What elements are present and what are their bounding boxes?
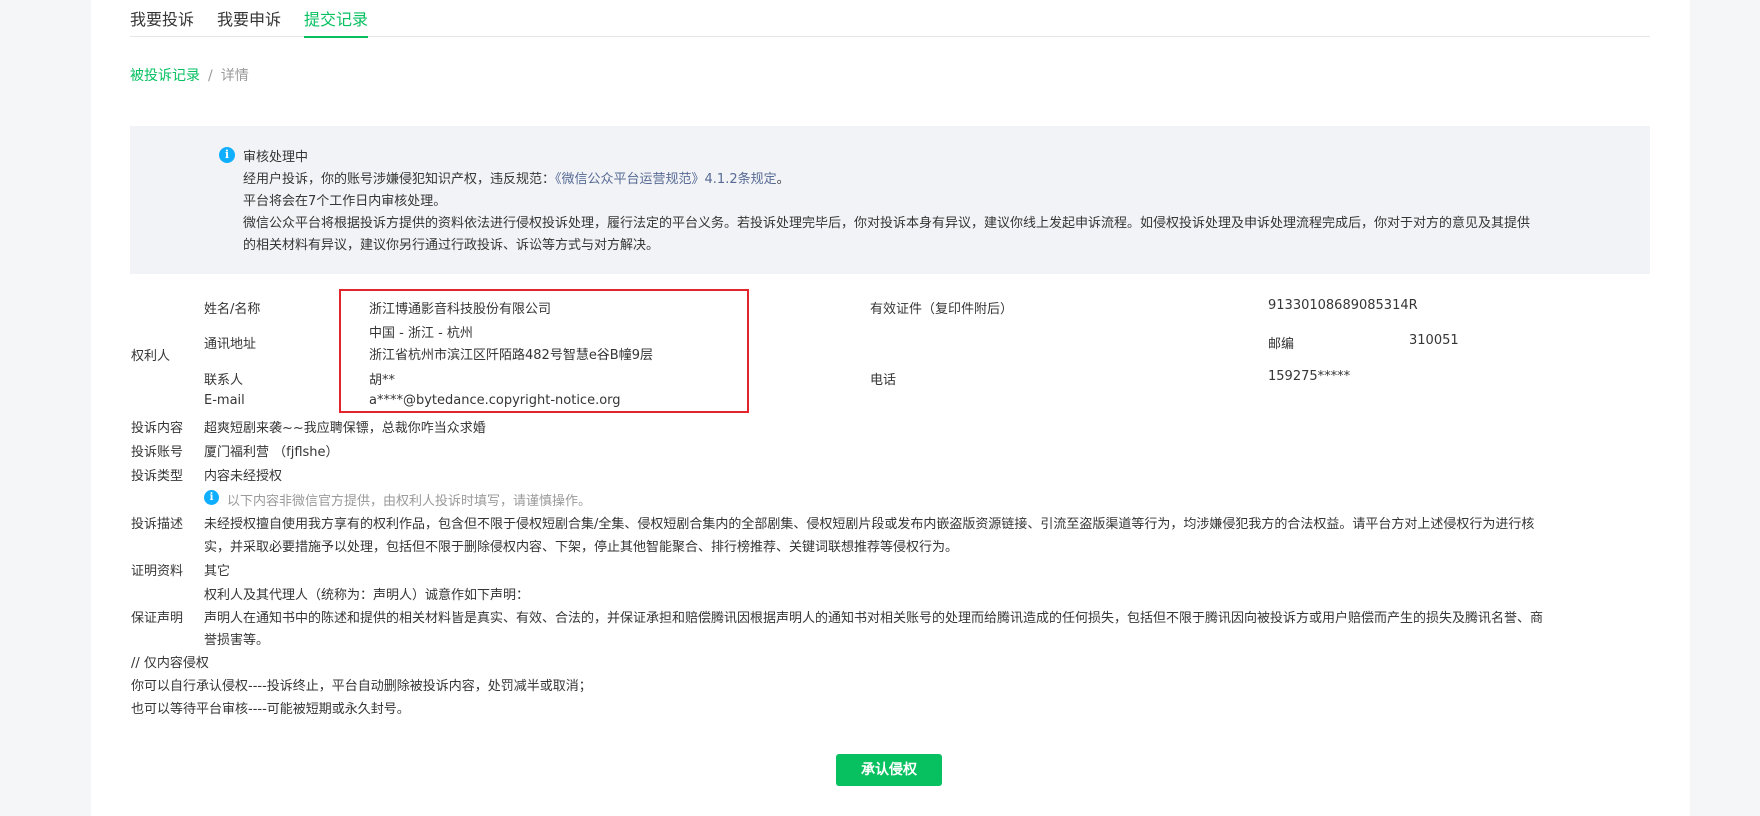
note-admit: 你可以自行承认侵权----投诉终止，平台自动删除被投诉内容，处罚减半或取消； bbox=[131, 679, 592, 694]
name-label: 姓名/名称 bbox=[204, 302, 261, 317]
complaint-content-label: 投诉内容 bbox=[131, 421, 184, 436]
complaint-description-line1: 未经授权擅自使用我方享有的权利作品，包含但不限于侵权短剧合集/全集、侵权短剧合集… bbox=[204, 517, 1535, 532]
id-label: 有效证件（复印件附后） bbox=[870, 302, 1014, 317]
main-panel: 我要投诉 我要申诉 提交记录 被投诉记录 / 详情 i 审核处理中 经用户投诉，你的… bbox=[91, 0, 1690, 816]
id-value: 91330108689085314R bbox=[1268, 298, 1418, 313]
breadcrumb-current: 详情 bbox=[220, 68, 249, 84]
tab-complain[interactable]: 我要投诉 bbox=[130, 6, 194, 30]
admit-infringement-button[interactable]: 承认侵权 bbox=[836, 754, 942, 786]
notice-violation-line: 经用户投诉，你的账号涉嫌侵犯知识产权，违反规范：《微信公众平台运营规范》4.1.… bbox=[243, 172, 790, 187]
complaint-description-line2: 实，并采取必要措施予以处理，包括但不限于删除侵权内容、下架，停止其他智能聚合、排… bbox=[204, 540, 959, 555]
statement-body-cont: 誉损害等。 bbox=[204, 633, 270, 648]
proof-label: 证明资料 bbox=[131, 564, 184, 579]
note-wait: 也可以等待平台审核----可能被短期或永久封号。 bbox=[131, 702, 410, 717]
complaint-account-label: 投诉账号 bbox=[131, 445, 184, 460]
note-heading: // 仅内容侵权 bbox=[131, 656, 209, 671]
tab-appeal[interactable]: 我要申诉 bbox=[217, 6, 281, 30]
info-icon: i bbox=[219, 147, 235, 163]
postcode-value: 310051 bbox=[1409, 333, 1459, 348]
rights-holder-label: 权利人 bbox=[131, 349, 171, 364]
info-icon: i bbox=[204, 490, 219, 505]
notice-title: 审核处理中 bbox=[243, 150, 309, 165]
notice-deadline-line: 平台将会在7个工作日内审核处理。 bbox=[243, 194, 447, 209]
breadcrumb-complaint-records[interactable]: 被投诉记录 bbox=[130, 68, 200, 84]
complaint-type-label: 投诉类型 bbox=[131, 469, 184, 484]
phone-label: 电话 bbox=[870, 373, 897, 388]
status-notice: i 审核处理中 经用户投诉，你的账号涉嫌侵犯知识产权，违反规范：《微信公众平台运… bbox=[130, 126, 1650, 274]
phone-value: 159275***** bbox=[1268, 369, 1351, 384]
proof-value: 其它 bbox=[204, 564, 231, 579]
breadcrumb-separator: / bbox=[208, 68, 213, 84]
postcode-label: 邮编 bbox=[1268, 337, 1295, 352]
address-label: 通讯地址 bbox=[204, 337, 257, 352]
notice-process-line-cont: 的相关材料有异议，建议你另行通过行政投诉、诉讼等方式与对方解决。 bbox=[243, 238, 660, 253]
complaint-content-value: 超爽短剧来袭~~我应聘保镖，总裁你咋当众求婚 bbox=[204, 421, 486, 436]
highlight-box bbox=[339, 289, 749, 413]
statement-body: 声明人在通知书中的陈述和提供的相关材料皆是真实、有效、合法的，并保证承担和赔偿腾… bbox=[204, 611, 1544, 626]
regulation-link[interactable]: 《微信公众平台运营规范》4.1.2条规定 bbox=[555, 172, 777, 187]
third-party-hint: 以下内容非微信官方提供，由权利人投诉时填写，请谨慎操作。 bbox=[227, 494, 592, 509]
tab-submission-records[interactable]: 提交记录 bbox=[304, 6, 369, 38]
breadcrumb: 被投诉记录 / 详情 bbox=[130, 65, 249, 85]
complaint-account-value: 厦门福利营 （fjflshe） bbox=[204, 445, 339, 460]
statement-label: 保证声明 bbox=[131, 611, 184, 626]
contact-label: 联系人 bbox=[204, 373, 244, 388]
statement-intro: 权利人及其代理人（统称为：声明人）诚意作如下声明： bbox=[204, 588, 530, 603]
tab-bar: 我要投诉 我要申诉 提交记录 bbox=[130, 0, 1650, 38]
complaint-type-value: 内容未经授权 bbox=[204, 469, 283, 484]
notice-process-line: 微信公众平台将根据投诉方提供的资料依法进行侵权投诉处理，履行法定的平台义务。若投… bbox=[243, 216, 1531, 231]
complaint-description-label: 投诉描述 bbox=[131, 517, 184, 532]
email-label: E-mail bbox=[204, 393, 245, 408]
